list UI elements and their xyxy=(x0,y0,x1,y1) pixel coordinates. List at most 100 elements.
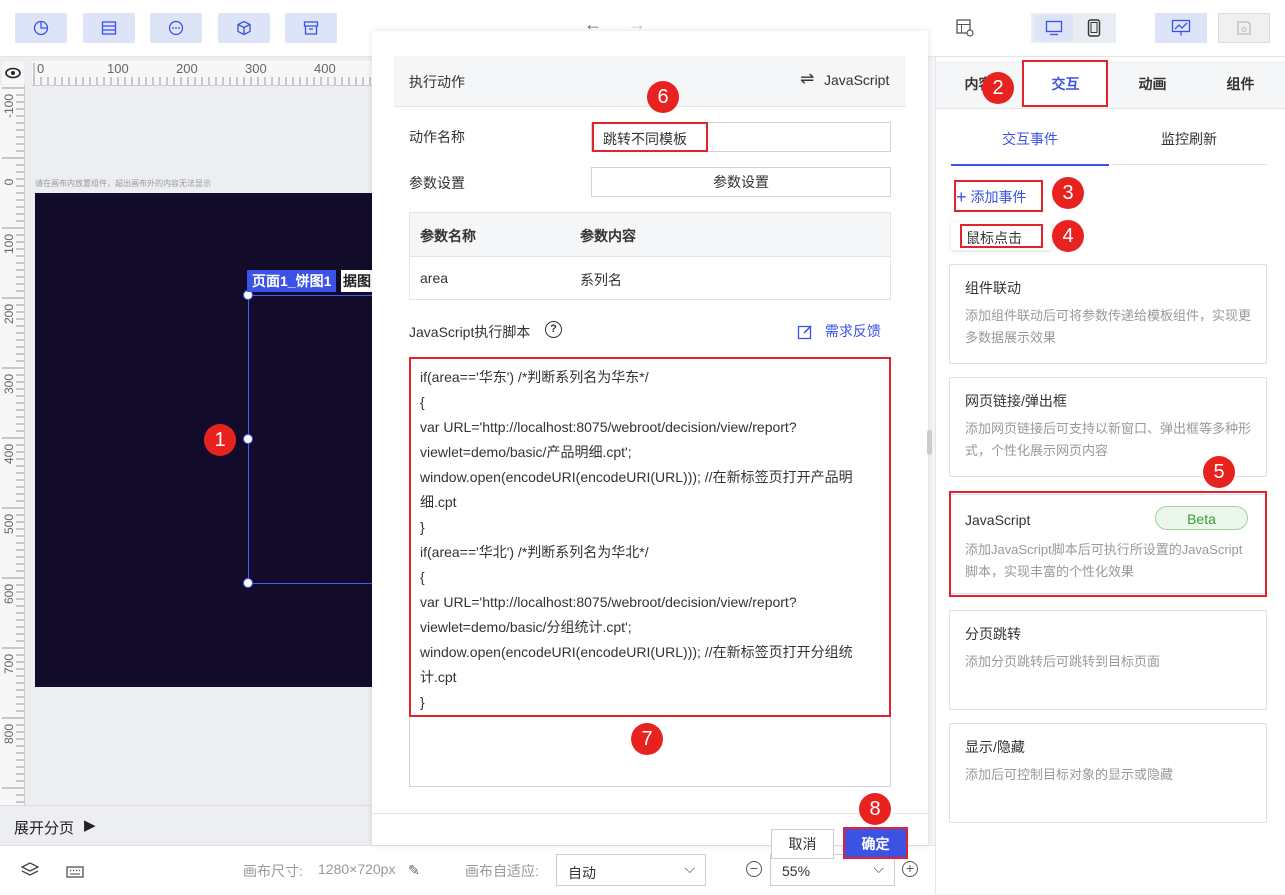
table-row: area 系列名 xyxy=(410,257,890,299)
vertical-ruler: -100 0 100 200 300 400 500 600 700 800 xyxy=(0,85,25,805)
table-icon xyxy=(101,21,117,35)
param-label: 参数设置 xyxy=(409,175,465,191)
param-name-cell: area xyxy=(420,270,449,286)
ruler-v-label: 700 xyxy=(2,653,16,675)
subtab-refresh-label: 监控刷新 xyxy=(1161,131,1217,147)
tab-animation[interactable]: 动画 xyxy=(1110,61,1195,107)
zoom-in-icon[interactable]: + xyxy=(902,861,918,877)
action-type-label[interactable]: JavaScript xyxy=(824,72,889,88)
cube-icon xyxy=(237,20,251,36)
card-component-link[interactable]: 组件联动 添加组件联动后可将参数传递给模板组件，实现更多数据展示效果 xyxy=(949,264,1267,364)
cube-button[interactable] xyxy=(218,13,270,43)
card-show-hide[interactable]: 显示/隐藏 添加后可控制目标对象的显示或隐藏 xyxy=(949,723,1267,823)
param-col-content: 参数内容 xyxy=(580,228,636,244)
adapt-label: 画布自适应: xyxy=(465,863,539,879)
play-icon: ▶ xyxy=(84,817,96,834)
tab-component[interactable]: 组件 xyxy=(1197,61,1284,107)
card-title: 显示/隐藏 xyxy=(965,739,1025,755)
resize-handle[interactable] xyxy=(243,434,253,444)
ruler-h-label: 200 xyxy=(176,61,198,76)
step-badge-6: 6 xyxy=(647,81,679,113)
settings-grid-icon[interactable] xyxy=(955,18,975,41)
ruler-v-label: 300 xyxy=(2,373,16,395)
step-badge-1: 1 xyxy=(204,424,236,456)
ruler-v-label: 600 xyxy=(2,583,16,605)
eye-icon[interactable] xyxy=(2,62,24,84)
script-label: JavaScript执行脚本 xyxy=(409,324,531,340)
card-desc: 添加分页跳转后可跳转到目标页面 xyxy=(965,654,1161,669)
card-page-jump[interactable]: 分页跳转 添加分页跳转后可跳转到目标页面 xyxy=(949,610,1267,710)
resize-handle[interactable] xyxy=(243,578,253,588)
component-title-partial: 据图 xyxy=(341,270,372,292)
chevron-down-icon: ⌵ xyxy=(873,860,884,876)
ruler-v-label: -100 xyxy=(2,93,16,119)
zoom-out-icon[interactable]: − xyxy=(746,861,762,877)
tab-animation-label: 动画 xyxy=(1138,76,1167,92)
feedback-link[interactable]: 需求反馈 xyxy=(797,321,881,341)
component-label: 页面1_饼图1 xyxy=(247,270,337,292)
highlight-action-name xyxy=(592,122,708,152)
mobile-button[interactable] xyxy=(1077,15,1111,41)
highlight-add-event xyxy=(954,180,1043,212)
param-settings-button[interactable]: 参数设置 xyxy=(591,167,891,197)
pie-chart-icon xyxy=(33,20,49,36)
ruler-v-label: 0 xyxy=(2,178,16,186)
more-icon xyxy=(168,20,184,36)
canvas-hint: 请在画布内放置组件，超出画布外的内容无法显示 xyxy=(35,179,211,188)
expand-pages-bar[interactable]: 展开分页 ▶ xyxy=(0,805,372,846)
save-icon xyxy=(1237,21,1251,35)
preview-button[interactable] xyxy=(1155,13,1207,43)
ruler-h-label: 300 xyxy=(245,61,267,76)
subtab-events[interactable]: 交互事件 xyxy=(951,114,1109,166)
param-table-header: 参数名称 参数内容 xyxy=(410,213,890,257)
tab-component-label: 组件 xyxy=(1226,76,1255,92)
subtab-refresh[interactable]: 监控刷新 xyxy=(1110,114,1268,165)
step-badge-2: 2 xyxy=(982,72,1014,104)
ruler-h-label: 0 xyxy=(37,61,45,76)
ruler-v-label: 100 xyxy=(2,233,16,255)
cancel-button-label: 取消 xyxy=(788,836,817,852)
save-button[interactable] xyxy=(1218,13,1270,43)
dialog-title: 执行动作 xyxy=(409,74,465,90)
component-selection[interactable] xyxy=(248,295,372,584)
expand-pages-label: 展开分页 xyxy=(14,820,75,837)
param-content-cell: 系列名 xyxy=(580,272,622,288)
highlight-javascript-card xyxy=(949,491,1267,597)
card-desc: 添加组件联动后可将参数传递给模板组件，实现更多数据展示效果 xyxy=(965,308,1252,345)
step-badge-3: 3 xyxy=(1052,177,1084,209)
canvas-size-value: 1280×720px xyxy=(318,861,396,877)
ruler-h-label: 400 xyxy=(314,61,336,76)
highlight-script xyxy=(409,357,891,717)
chevron-down-icon: ⌵ xyxy=(684,860,695,876)
dialog-footer-divider xyxy=(372,813,928,814)
step-badge-4: 4 xyxy=(1052,220,1084,252)
archive-icon xyxy=(303,21,319,35)
table-button[interactable] xyxy=(83,13,135,43)
preview-icon xyxy=(1171,19,1191,36)
cancel-button[interactable]: 取消 xyxy=(771,829,834,859)
zoom-value: 55% xyxy=(782,863,811,879)
scrollbar-thumb[interactable] xyxy=(927,430,932,455)
step-badge-5: 5 xyxy=(1203,456,1235,488)
layers-icon[interactable] xyxy=(20,862,40,881)
desktop-button[interactable] xyxy=(1035,15,1073,41)
card-title: 分页跳转 xyxy=(965,626,1021,642)
mobile-icon xyxy=(1087,19,1101,37)
edit-icon xyxy=(797,325,812,340)
action-name-label: 动作名称 xyxy=(409,129,465,145)
card-desc: 添加网页链接后可支持以新窗口、弹出框等多种形式，个性化展示网页内容 xyxy=(965,421,1252,458)
edit-icon[interactable]: ✎ xyxy=(408,862,420,879)
adapt-select[interactable]: 自动 ⌵ xyxy=(556,854,706,886)
more-button[interactable] xyxy=(150,13,202,43)
ruler-v-label: 200 xyxy=(2,303,16,325)
keyboard-icon[interactable] xyxy=(66,865,84,881)
help-icon[interactable]: ? xyxy=(545,321,562,338)
archive-button[interactable] xyxy=(285,13,337,43)
swap-icon[interactable]: ⇌ xyxy=(800,69,814,89)
feedback-label: 需求反馈 xyxy=(824,323,881,339)
ruler-h-label: 100 xyxy=(107,61,129,76)
param-col-name: 参数名称 xyxy=(420,228,476,244)
param-table: 参数名称 参数内容 area 系列名 xyxy=(409,212,891,300)
step-badge-7: 7 xyxy=(631,723,663,755)
pie-chart-button[interactable] xyxy=(15,13,67,43)
